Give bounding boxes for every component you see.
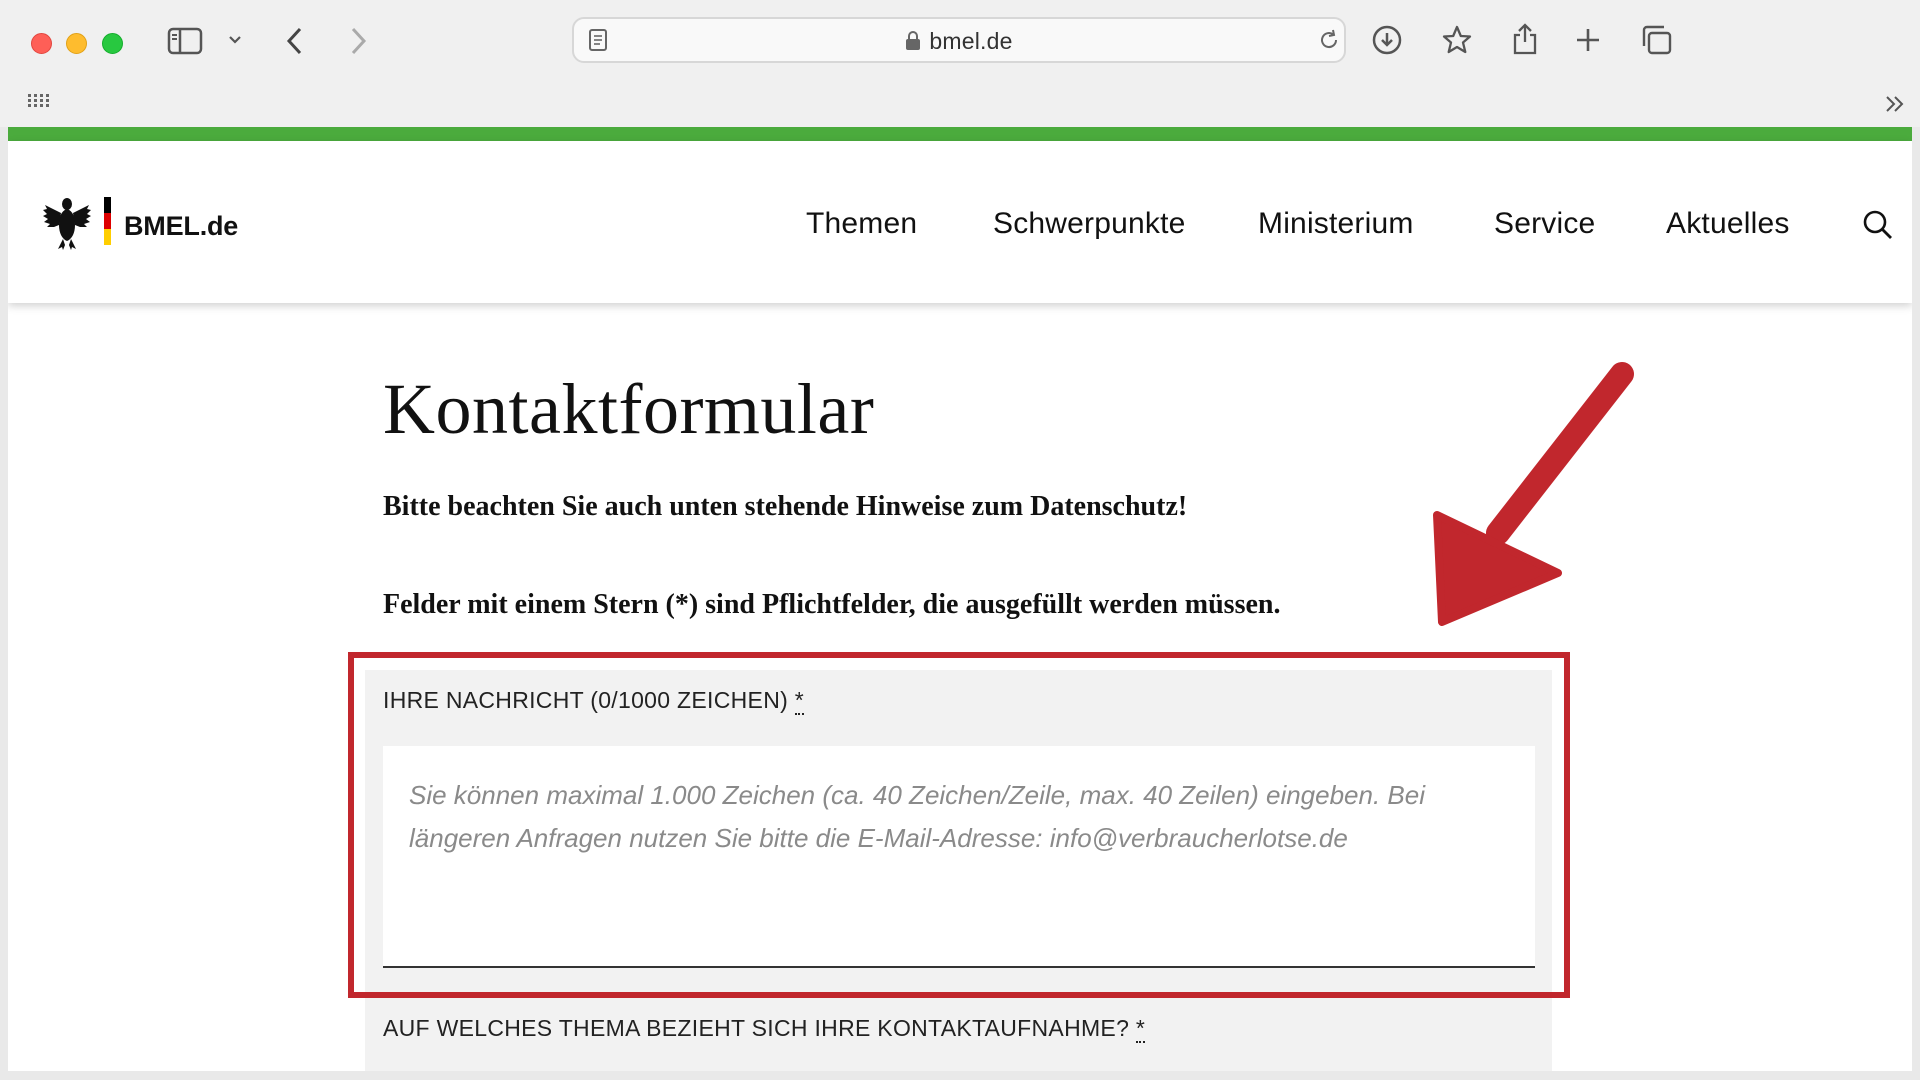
- search-icon[interactable]: [1862, 209, 1894, 246]
- url-display: bmel.de: [574, 28, 1344, 57]
- federal-eagle-icon[interactable]: [41, 195, 93, 251]
- back-icon[interactable]: [284, 26, 306, 56]
- share-icon[interactable]: [1511, 20, 1539, 56]
- accent-bar: [8, 127, 1912, 141]
- required-fields-note: Felder mit einem Stern (*) sind Pflichtf…: [383, 589, 1281, 620]
- message-label: IHRE NACHRICHT (0/1000 ZEICHEN) *: [383, 687, 805, 715]
- sidebar-icon[interactable]: [167, 27, 203, 55]
- nav-item-aktuelles[interactable]: Aktuelles: [1666, 207, 1790, 241]
- address-bar[interactable]: bmel.de: [572, 17, 1346, 63]
- star-icon[interactable]: [1441, 24, 1473, 56]
- double-chevron-icon[interactable]: [1884, 94, 1906, 114]
- close-window-button[interactable]: [31, 33, 52, 54]
- forward-icon[interactable]: [347, 26, 369, 56]
- maximize-window-button[interactable]: [102, 33, 123, 54]
- message-label-text: IHRE NACHRICHT (0/1000 ZEICHEN): [383, 687, 789, 713]
- required-marker: *: [1135, 1015, 1146, 1043]
- download-icon[interactable]: [1371, 24, 1403, 56]
- privacy-notice: Bitte beachten Sie auch unten stehende H…: [383, 491, 1188, 522]
- browser-toolbar: bmel.de: [0, 0, 1920, 127]
- required-marker: *: [794, 687, 805, 715]
- nav-item-schwerpunkte[interactable]: Schwerpunkte: [993, 207, 1186, 241]
- nav-item-ministerium[interactable]: Ministerium: [1258, 207, 1414, 241]
- tabs-icon[interactable]: [1640, 24, 1674, 56]
- topic-label-text: AUF WELCHES THEMA BEZIEHT SICH IHRE KONT…: [383, 1015, 1130, 1041]
- plus-icon[interactable]: [1574, 26, 1602, 54]
- topic-label: AUF WELCHES THEMA BEZIEHT SICH IHRE KONT…: [383, 1015, 1146, 1043]
- url-text: bmel.de: [929, 28, 1013, 54]
- nav-item-service[interactable]: Service: [1494, 207, 1595, 241]
- lock-icon: [905, 30, 921, 57]
- annotation-arrow-icon: [1420, 358, 1640, 635]
- message-textarea[interactable]: [383, 746, 1535, 968]
- page-title: Kontaktformular: [383, 369, 875, 449]
- site-header: BMEL.de Themen Schwerpunkte Ministerium …: [8, 141, 1912, 303]
- site-brand[interactable]: BMEL.de: [124, 211, 238, 242]
- chevron-down-icon[interactable]: [227, 34, 243, 46]
- reload-icon[interactable]: [1317, 28, 1341, 52]
- nav-item-themen[interactable]: Themen: [806, 207, 917, 241]
- minimize-window-button[interactable]: [66, 33, 87, 54]
- grid-icon[interactable]: [27, 93, 49, 109]
- german-flag-stripe: [104, 197, 111, 245]
